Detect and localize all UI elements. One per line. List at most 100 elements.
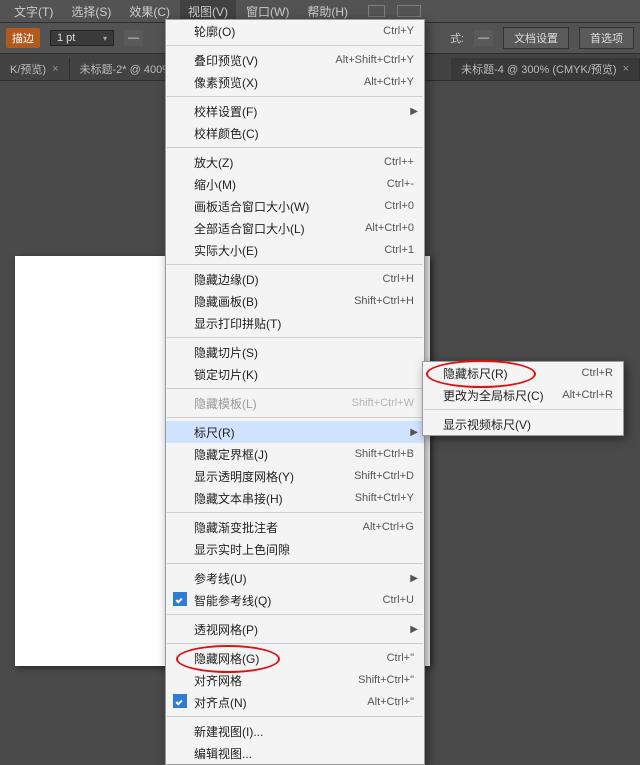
menu-item-label: 全部适合窗口大小(L) — [194, 220, 305, 237]
menu-item[interactable]: 像素预览(X) Alt+Ctrl+Y — [166, 71, 424, 93]
menu-shortcut: Ctrl+- — [387, 178, 414, 190]
menu-item-label: 画板适合窗口大小(W) — [194, 198, 309, 215]
doc-settings-button[interactable]: 文档设置 — [503, 27, 569, 49]
menu-item[interactable]: 校样颜色(C) — [166, 122, 424, 144]
menu-item[interactable]: 锁定切片(K) — [166, 363, 424, 385]
close-tab-icon[interactable]: × — [52, 63, 58, 75]
menu-item[interactable]: 实际大小(E) Ctrl+1 — [166, 239, 424, 261]
menu-shortcut: Alt+Shift+Ctrl+Y — [335, 54, 414, 66]
menu-separator — [167, 614, 423, 615]
layout-icon[interactable] — [368, 5, 385, 17]
menu-shortcut: Alt+Ctrl+Y — [364, 76, 414, 88]
menu-shortcut: Ctrl++ — [384, 156, 414, 168]
menu-separator — [167, 512, 423, 513]
menu-item[interactable]: 隐藏画板(B) Shift+Ctrl+H — [166, 290, 424, 312]
menu-item-label: 显示实时上色间隙 — [194, 541, 290, 558]
menu-shortcut: Alt+Ctrl+" — [367, 696, 414, 708]
menu-item[interactable]: 标尺(R)▶ — [166, 421, 424, 443]
menu-item[interactable]: 校样设置(F) ▶ — [166, 100, 424, 122]
menu-select[interactable]: 选择(S) — [63, 0, 119, 23]
menu-item-label: 校样颜色(C) — [194, 125, 259, 142]
submenu-arrow-icon: ▶ — [410, 573, 418, 584]
menu-item[interactable]: 缩小(M)Ctrl+- — [166, 173, 424, 195]
menu-item-label: 隐藏模板(L) — [194, 395, 257, 412]
menu-shortcut: Ctrl+0 — [384, 200, 414, 212]
menu-item[interactable]: 参考线(U) ▶ — [166, 567, 424, 589]
menu-separator — [167, 388, 423, 389]
menu-shortcut: Ctrl+U — [383, 594, 414, 606]
menu-separator — [167, 96, 423, 97]
menu-item[interactable]: 对齐网格Shift+Ctrl+" — [166, 669, 424, 691]
menu-item[interactable]: 对齐点(N) Alt+Ctrl+" — [166, 691, 424, 713]
stroke-chip[interactable]: 描边 — [6, 28, 40, 48]
menu-item-label: 隐藏边缘(D) — [194, 271, 259, 288]
menu-separator — [167, 45, 423, 46]
menu-item[interactable]: 轮廓(O)Ctrl+Y — [166, 20, 424, 42]
menu-item[interactable]: 显示实时上色间隙 — [166, 538, 424, 560]
submenu-item-label: 显示视频标尺(V) — [443, 416, 531, 433]
menu-separator — [167, 337, 423, 338]
menu-item[interactable]: 隐藏定界框(J)Shift+Ctrl+B — [166, 443, 424, 465]
menu-separator — [167, 563, 423, 564]
menu-item[interactable]: 隐藏文本串接(H)Shift+Ctrl+Y — [166, 487, 424, 509]
menu-item[interactable]: 隐藏渐变批注者Alt+Ctrl+G — [166, 516, 424, 538]
menu-item-label: 隐藏网格(G) — [194, 650, 259, 667]
menu-shortcut: Ctrl+" — [387, 652, 414, 664]
menu-item-label: 实际大小(E) — [194, 242, 258, 259]
submenu-item[interactable]: 隐藏标尺(R)Ctrl+R — [423, 362, 623, 384]
menu-item[interactable]: 智能参考线(Q) Ctrl+U — [166, 589, 424, 611]
menu-item-label: 参考线(U) — [194, 570, 247, 587]
doc-tab-1[interactable]: K/预览) × — [0, 58, 70, 80]
menu-item[interactable]: 显示打印拼贴(T) — [166, 312, 424, 334]
menu-item[interactable]: 叠印预览(V) Alt+Shift+Ctrl+Y — [166, 49, 424, 71]
menu-item-label: 像素预览(X) — [194, 74, 258, 91]
menu-shortcut: Ctrl+1 — [384, 244, 414, 256]
menu-item-label: 显示打印拼贴(T) — [194, 315, 281, 332]
menu-item-label: 编辑视图... — [194, 745, 252, 762]
menu-shortcut: Ctrl+H — [383, 273, 414, 285]
submenu-item[interactable]: 显示视频标尺(V) — [423, 413, 623, 435]
menu-item-label: 轮廓(O) — [194, 23, 235, 40]
style-label: 式: — [450, 30, 464, 46]
menu-text[interactable]: 文字(T) — [6, 0, 61, 23]
menu-item-label: 隐藏切片(S) — [194, 344, 258, 361]
menu-item[interactable]: 隐藏边缘(D) Ctrl+H — [166, 268, 424, 290]
menu-item[interactable]: 隐藏切片(S) — [166, 341, 424, 363]
menu-item-label: 隐藏渐变批注者 — [194, 519, 278, 536]
prefs-button[interactable]: 首选项 — [579, 27, 634, 49]
stroke-weight-input[interactable]: 1 pt▾ — [50, 30, 114, 46]
arrange-icon[interactable] — [397, 5, 421, 17]
menu-item-label: 校样设置(F) — [194, 103, 257, 120]
submenu-arrow-icon: ▶ — [410, 106, 418, 117]
menu-item-label: 隐藏定界框(J) — [194, 446, 268, 463]
menu-item-label: 锁定切片(K) — [194, 366, 258, 383]
close-tab-icon[interactable]: × — [623, 63, 629, 75]
menu-shortcut: Alt+Ctrl+0 — [365, 222, 414, 234]
menu-item[interactable]: 全部适合窗口大小(L) Alt+Ctrl+0 — [166, 217, 424, 239]
doc-tab-3[interactable]: 未标题-4 @ 300% (CMYK/预览) × — [451, 58, 640, 80]
style-select[interactable]: — — [474, 30, 493, 46]
menu-shortcut: Shift+Ctrl+H — [354, 295, 414, 307]
menu-item-label: 叠印预览(V) — [194, 52, 258, 69]
menu-item[interactable]: 编辑视图... — [166, 742, 424, 764]
doc-tab-label: K/预览) — [10, 61, 46, 77]
menu-item[interactable]: 放大(Z)Ctrl++ — [166, 151, 424, 173]
menu-item[interactable]: 透视网格(P) ▶ — [166, 618, 424, 640]
menu-item-label: 透视网格(P) — [194, 621, 258, 638]
menu-shortcut: Shift+Ctrl+W — [352, 397, 414, 409]
menu-item: 隐藏模板(L) Shift+Ctrl+W — [166, 392, 424, 414]
menu-item[interactable]: 画板适合窗口大小(W) Ctrl+0 — [166, 195, 424, 217]
doc-tab-label: 未标题-4 @ 300% (CMYK/预览) — [461, 61, 616, 77]
menu-separator — [167, 264, 423, 265]
menu-item[interactable]: 隐藏网格(G) Ctrl+" — [166, 647, 424, 669]
menu-item-label: 隐藏画板(B) — [194, 293, 258, 310]
submenu-arrow-icon: ▶ — [410, 624, 418, 635]
menu-item-label: 智能参考线(Q) — [194, 592, 271, 609]
menu-item[interactable]: 显示透明度网格(Y)Shift+Ctrl+D — [166, 465, 424, 487]
menu-item-label: 标尺(R) — [194, 424, 235, 441]
stroke-weight-value: 1 pt — [57, 32, 75, 44]
menu-item[interactable]: 新建视图(I)... — [166, 720, 424, 742]
submenu-item[interactable]: 更改为全局标尺(C)Alt+Ctrl+R — [423, 384, 623, 406]
stroke-dash-select[interactable]: — — [124, 30, 143, 46]
menu-item-label: 对齐点(N) — [194, 694, 247, 711]
